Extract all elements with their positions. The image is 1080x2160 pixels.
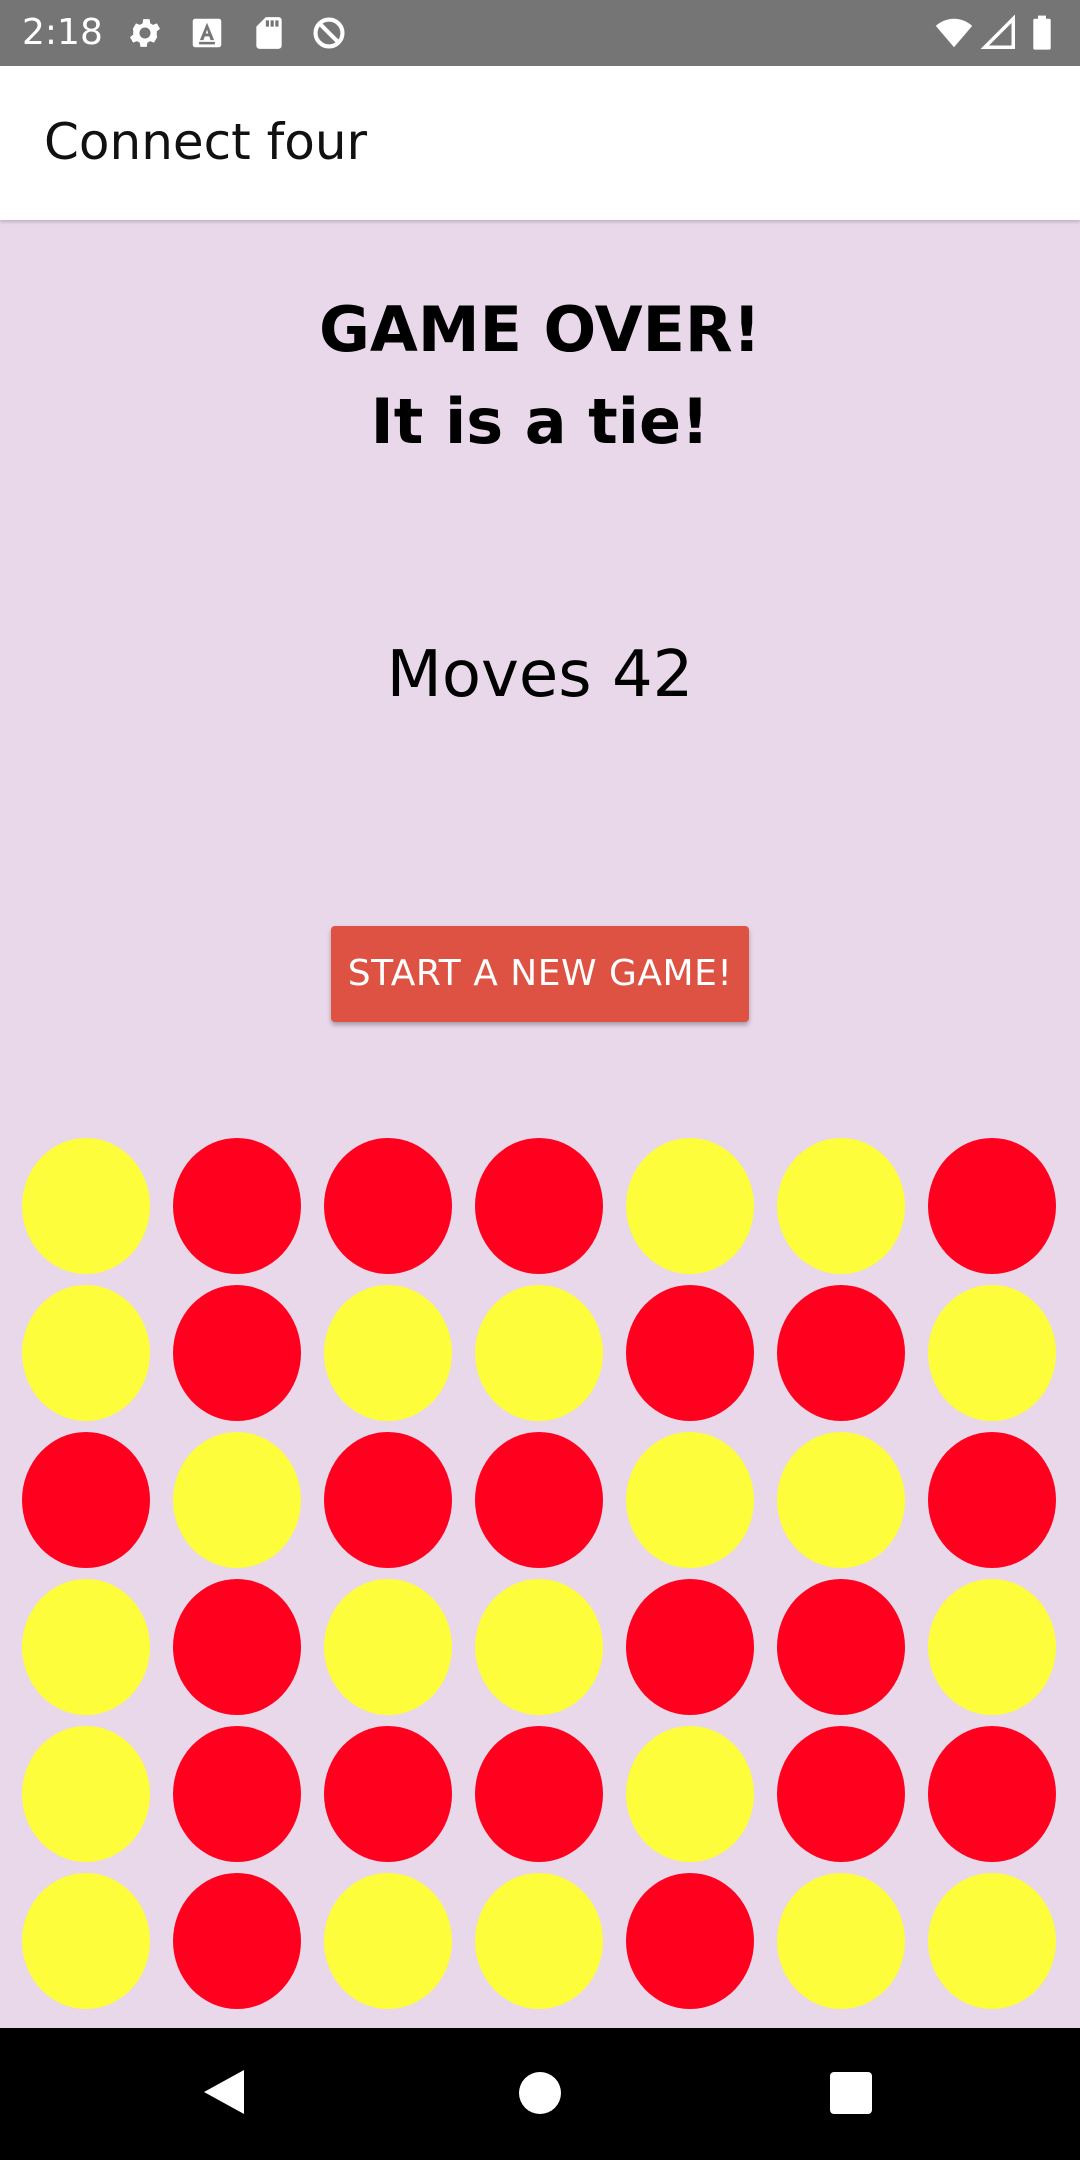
app-title: Connect four bbox=[44, 113, 368, 171]
do-not-disturb-icon bbox=[313, 17, 345, 49]
yellow-disc[interactable] bbox=[324, 1285, 452, 1421]
navigation-bar bbox=[0, 2028, 1080, 2160]
yellow-disc[interactable] bbox=[475, 1285, 603, 1421]
red-disc[interactable] bbox=[777, 1285, 905, 1421]
yellow-disc[interactable] bbox=[475, 1579, 603, 1715]
red-disc[interactable] bbox=[173, 1285, 301, 1421]
yellow-disc[interactable] bbox=[475, 1873, 603, 2009]
red-disc[interactable] bbox=[928, 1432, 1056, 1568]
yellow-disc[interactable] bbox=[22, 1138, 150, 1274]
moves-counter: Moves 42 bbox=[0, 632, 1080, 718]
cell-signal-icon bbox=[980, 14, 1015, 49]
yellow-disc[interactable] bbox=[324, 1873, 452, 2009]
red-disc[interactable] bbox=[173, 1138, 301, 1274]
status-bar: 2:18 bbox=[0, 0, 1080, 66]
yellow-disc[interactable] bbox=[777, 1138, 905, 1274]
game-result: GAME OVER! It is a tie! bbox=[0, 284, 1080, 468]
battery-icon bbox=[1033, 15, 1051, 50]
yellow-disc[interactable] bbox=[173, 1432, 301, 1568]
yellow-disc[interactable] bbox=[626, 1138, 754, 1274]
red-disc[interactable] bbox=[173, 1873, 301, 2009]
settings-icon bbox=[129, 19, 161, 47]
yellow-disc[interactable] bbox=[626, 1432, 754, 1568]
yellow-disc[interactable] bbox=[777, 1873, 905, 2009]
red-disc[interactable] bbox=[475, 1726, 603, 1862]
red-disc[interactable] bbox=[777, 1579, 905, 1715]
red-disc[interactable] bbox=[22, 1432, 150, 1568]
yellow-disc[interactable] bbox=[22, 1726, 150, 1862]
yellow-disc[interactable] bbox=[777, 1432, 905, 1568]
game-over-text: GAME OVER! bbox=[319, 293, 761, 366]
yellow-disc[interactable] bbox=[928, 1285, 1056, 1421]
red-disc[interactable] bbox=[173, 1726, 301, 1862]
yellow-disc[interactable] bbox=[324, 1579, 452, 1715]
recents-icon[interactable] bbox=[830, 2072, 872, 2114]
yellow-disc[interactable] bbox=[928, 1873, 1056, 2009]
game-board bbox=[20, 1138, 1060, 2014]
red-disc[interactable] bbox=[324, 1726, 452, 1862]
tie-text: It is a tie! bbox=[370, 385, 710, 458]
start-new-game-button[interactable]: START A NEW GAME! bbox=[331, 926, 749, 1022]
yellow-disc[interactable] bbox=[22, 1285, 150, 1421]
red-disc[interactable] bbox=[324, 1138, 452, 1274]
a-letter-icon bbox=[192, 18, 222, 48]
sd-card-icon bbox=[256, 17, 282, 49]
yellow-disc[interactable] bbox=[22, 1873, 150, 2009]
red-disc[interactable] bbox=[626, 1579, 754, 1715]
yellow-disc[interactable] bbox=[626, 1726, 754, 1862]
moves-count: 42 bbox=[611, 638, 694, 712]
red-disc[interactable] bbox=[777, 1726, 905, 1862]
red-disc[interactable] bbox=[928, 1138, 1056, 1274]
red-disc[interactable] bbox=[475, 1432, 603, 1568]
red-disc[interactable] bbox=[626, 1873, 754, 2009]
red-disc[interactable] bbox=[475, 1138, 603, 1274]
wifi-icon bbox=[935, 18, 973, 48]
status-time: 2:18 bbox=[22, 12, 103, 53]
app-bar: Connect four bbox=[0, 66, 1080, 220]
red-disc[interactable] bbox=[626, 1285, 754, 1421]
yellow-disc[interactable] bbox=[928, 1579, 1056, 1715]
red-disc[interactable] bbox=[324, 1432, 452, 1568]
red-disc[interactable] bbox=[173, 1579, 301, 1715]
yellow-disc[interactable] bbox=[22, 1579, 150, 1715]
home-icon[interactable] bbox=[519, 2072, 561, 2114]
back-icon[interactable] bbox=[204, 2070, 244, 2114]
moves-label: Moves bbox=[386, 638, 592, 712]
red-disc[interactable] bbox=[928, 1726, 1056, 1862]
